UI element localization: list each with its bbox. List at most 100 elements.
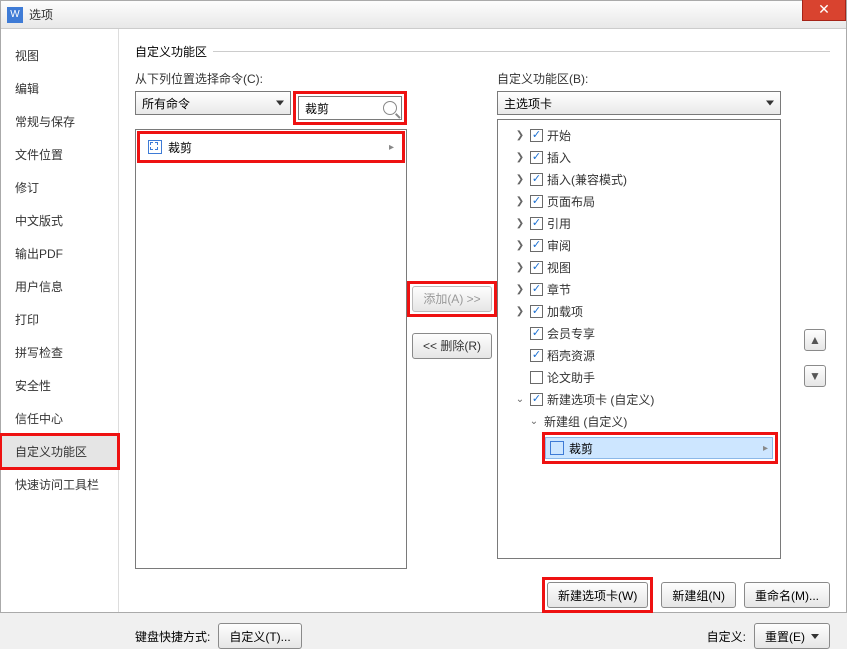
- tree-node[interactable]: ❯ 章节: [500, 278, 778, 300]
- tree-node[interactable]: ❯引用: [500, 212, 778, 234]
- tree-node-label: 插入(兼容模式): [547, 171, 627, 188]
- ribbon-scope-value: 主选项卡: [504, 95, 552, 112]
- titlebar: W 选项 ✕: [1, 1, 846, 29]
- chevron-down-icon: [811, 634, 819, 639]
- sidebar-item[interactable]: 快速访问工具栏: [1, 468, 118, 501]
- tree-checkbox[interactable]: [530, 195, 543, 208]
- tree-checkbox[interactable]: [530, 173, 543, 186]
- rename-button[interactable]: 重命名(M)...: [744, 582, 830, 608]
- sidebar-item[interactable]: 用户信息: [1, 270, 118, 303]
- tree-checkbox[interactable]: [530, 151, 543, 164]
- expand-toggle-icon[interactable]: ❯: [514, 262, 526, 273]
- expand-toggle-icon[interactable]: ❯: [514, 152, 526, 163]
- tree-node-custom-group[interactable]: ⌄ 新建组 (自定义): [500, 410, 778, 432]
- tree-node-label: 论文助手: [547, 369, 595, 386]
- tree-checkbox[interactable]: [530, 283, 543, 296]
- new-group-button[interactable]: 新建组(N): [661, 582, 736, 608]
- command-item-crop[interactable]: 裁剪 ▸: [142, 136, 400, 158]
- sidebar-item[interactable]: 文件位置: [1, 138, 118, 171]
- sidebar-item[interactable]: 常规与保存: [1, 105, 118, 138]
- tree-node[interactable]: ❯ 插入: [500, 146, 778, 168]
- move-up-button[interactable]: ▲: [804, 329, 826, 351]
- tree-checkbox[interactable]: [530, 327, 543, 340]
- sidebar-item[interactable]: 打印: [1, 303, 118, 336]
- submenu-arrow-icon: ▸: [389, 142, 394, 153]
- tree-checkbox[interactable]: [530, 349, 543, 362]
- tree-checkbox[interactable]: [530, 217, 543, 230]
- reset-button-label: 重置(E): [765, 628, 805, 645]
- expand-toggle-icon[interactable]: ⌄: [528, 416, 540, 427]
- divider: [213, 51, 830, 52]
- command-search-input[interactable]: [303, 100, 373, 116]
- sidebar-item[interactable]: 信任中心: [1, 402, 118, 435]
- new-tab-button[interactable]: 新建选项卡(W): [547, 582, 648, 608]
- tree-node-label: 开始: [547, 127, 571, 144]
- tree-node[interactable]: ❯ 审阅: [500, 234, 778, 256]
- section-header: 自定义功能区: [135, 43, 830, 60]
- expand-toggle-icon[interactable]: ⌄: [514, 394, 526, 405]
- sidebar-item[interactable]: 编辑: [1, 72, 118, 105]
- reorder-buttons: ▲ ▼: [804, 329, 826, 387]
- expand-toggle-icon[interactable]: ❯: [514, 284, 526, 295]
- chevron-down-icon: [766, 101, 774, 106]
- window-title: 选项: [29, 6, 53, 23]
- tree-node[interactable]: ❯ 开始: [500, 124, 778, 146]
- submenu-arrow-icon: ▸: [763, 443, 768, 454]
- reset-button[interactable]: 重置(E): [754, 623, 830, 649]
- tree-node[interactable]: 论文助手: [500, 366, 778, 388]
- tree-command-crop[interactable]: 裁剪▸: [545, 437, 773, 459]
- commands-source-value: 所有命令: [142, 95, 190, 112]
- tree-node[interactable]: ❯页面布局: [500, 190, 778, 212]
- commands-listbox[interactable]: 裁剪 ▸: [135, 129, 407, 569]
- sidebar-item[interactable]: 拼写检查: [1, 336, 118, 369]
- tree-checkbox[interactable]: [530, 239, 543, 252]
- tree-node[interactable]: ❯加载项: [500, 300, 778, 322]
- tree-checkbox[interactable]: [530, 129, 543, 142]
- search-icon: [383, 101, 397, 115]
- expand-toggle-icon[interactable]: ❯: [514, 174, 526, 185]
- main-panel: 自定义功能区 从下列位置选择命令(C): 所有命令: [119, 29, 846, 612]
- customize-shortcuts-button[interactable]: 自定义(T)...: [218, 623, 301, 649]
- customize-label: 自定义:: [707, 628, 746, 645]
- expand-toggle-icon[interactable]: ❯: [514, 240, 526, 251]
- expand-toggle-icon[interactable]: ❯: [514, 196, 526, 207]
- tree-node[interactable]: 会员专享: [500, 322, 778, 344]
- keyboard-shortcuts-label: 键盘快捷方式:: [135, 628, 210, 645]
- tree-node[interactable]: 稻壳资源: [500, 344, 778, 366]
- sidebar-item[interactable]: 自定义功能区: [1, 435, 118, 468]
- expand-toggle-icon[interactable]: ❯: [514, 218, 526, 229]
- tree-node[interactable]: ❯视图: [500, 256, 778, 278]
- add-button[interactable]: 添加(A) >>: [412, 286, 491, 312]
- commands-source-select[interactable]: 所有命令: [135, 91, 291, 115]
- close-button[interactable]: ✕: [802, 0, 846, 21]
- sidebar-item[interactable]: 安全性: [1, 369, 118, 402]
- expand-toggle-icon[interactable]: ❯: [514, 306, 526, 317]
- sidebar-item[interactable]: 输出PDF: [1, 237, 118, 270]
- command-search-box[interactable]: [298, 96, 402, 120]
- tree-checkbox[interactable]: [530, 393, 543, 406]
- tree-checkbox[interactable]: [530, 261, 543, 274]
- tree-node-label: 章节: [547, 281, 571, 298]
- move-down-button[interactable]: ▼: [804, 365, 826, 387]
- tree-node-custom-tab[interactable]: ⌄新建选项卡 (自定义): [500, 388, 778, 410]
- sidebar-item[interactable]: 中文版式: [1, 204, 118, 237]
- choose-commands-label: 从下列位置选择命令(C):: [135, 70, 407, 87]
- command-item-label: 裁剪: [168, 139, 192, 156]
- tree-node[interactable]: ❯ 插入(兼容模式): [500, 168, 778, 190]
- sidebar: 视图编辑常规与保存文件位置修订中文版式输出PDF用户信息打印拼写检查安全性信任中…: [1, 29, 119, 612]
- ribbon-scope-select[interactable]: 主选项卡: [497, 91, 781, 115]
- chevron-down-icon: [276, 101, 284, 106]
- tree-checkbox[interactable]: [530, 305, 543, 318]
- remove-button[interactable]: << 删除(R): [412, 333, 492, 359]
- tree-checkbox[interactable]: [530, 371, 543, 384]
- tree-node-label: 审阅: [547, 237, 571, 254]
- sidebar-item[interactable]: 修订: [1, 171, 118, 204]
- tree-node-label: 插入: [547, 149, 571, 166]
- ribbon-tree[interactable]: ❯开始❯插入❯插入(兼容模式)❯页面布局❯引用❯审阅❯视图❯章节❯加载项会员专享…: [497, 119, 781, 559]
- sidebar-item[interactable]: 视图: [1, 39, 118, 72]
- dialog-body: 视图编辑常规与保存文件位置修订中文版式输出PDF用户信息打印拼写检查安全性信任中…: [1, 29, 846, 612]
- app-icon: W: [7, 7, 23, 23]
- tree-node-label: 稻壳资源: [547, 347, 595, 364]
- tree-node-label: 新建组 (自定义): [544, 413, 627, 430]
- expand-toggle-icon[interactable]: ❯: [514, 130, 526, 141]
